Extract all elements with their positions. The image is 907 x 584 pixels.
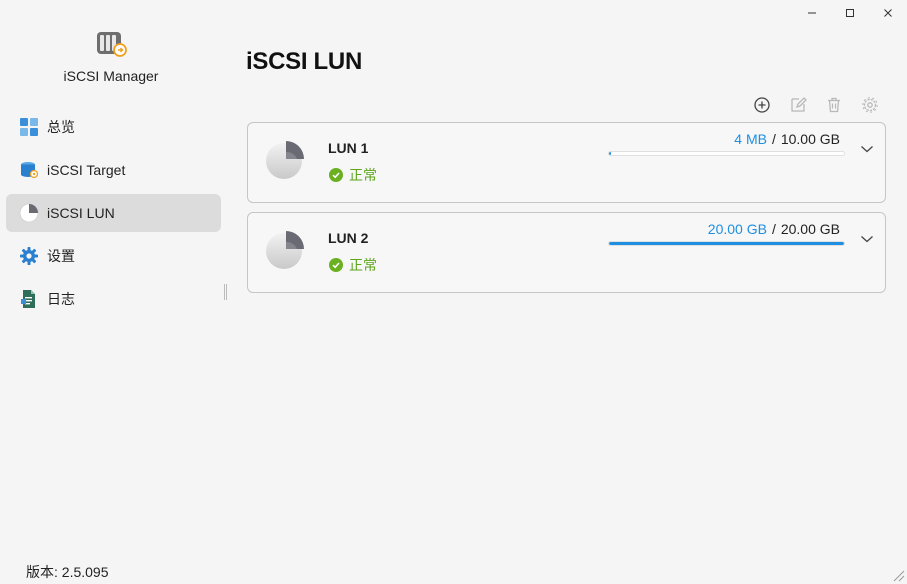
sidebar-resize-handle[interactable] — [224, 284, 227, 300]
check-circle-icon — [329, 168, 343, 182]
lun-pie-icon — [19, 203, 39, 223]
delete-icon — [828, 97, 840, 113]
close-icon — [884, 9, 892, 17]
settings-icon — [862, 97, 878, 113]
maximize-icon — [846, 9, 854, 17]
edit-lun-button[interactable] — [780, 94, 816, 116]
resize-grip-icon[interactable] — [891, 568, 905, 582]
usage-progress-bar — [608, 241, 845, 246]
sidebar-nav: 总览 iSCSI Target iSCSI LUN 设置 日志 — [6, 108, 221, 323]
app-name: iSCSI Manager — [63, 68, 159, 84]
gear-icon — [19, 246, 39, 266]
sidebar-item-label: 日志 — [47, 291, 75, 307]
usage-used: 4 MB — [734, 131, 767, 147]
expand-button[interactable] — [859, 141, 875, 157]
maximize-button[interactable] — [831, 0, 869, 26]
usage-text: 20.00 GB/20.00 GB — [708, 221, 840, 237]
target-database-icon — [19, 160, 39, 180]
sidebar: iSCSI Manager 总览 iSCSI Target iSCSI LUN … — [0, 0, 228, 584]
usage-separator: / — [771, 221, 776, 237]
sidebar-item-logs[interactable]: 日志 — [6, 280, 221, 318]
usage-progress-fill — [609, 152, 611, 155]
lun-pie-icon — [266, 141, 304, 179]
sidebar-item-iscsi-target[interactable]: iSCSI Target — [6, 151, 221, 189]
lun-status: 正常 — [329, 165, 377, 185]
sidebar-item-overview[interactable]: 总览 — [6, 108, 221, 146]
sidebar-item-label: iSCSI LUN — [47, 205, 115, 221]
lun-name: LUN 2 — [328, 230, 369, 246]
usage-separator: / — [771, 131, 776, 147]
sidebar-item-iscsi-lun[interactable]: iSCSI LUN — [6, 194, 221, 232]
delete-lun-button[interactable] — [816, 94, 852, 116]
iscsi-manager-logo-icon — [97, 32, 127, 57]
expand-button[interactable] — [859, 231, 875, 247]
add-icon — [754, 97, 770, 113]
chevron-down-icon — [861, 236, 873, 243]
lun-pie-icon — [266, 231, 304, 269]
lun-card[interactable]: LUN 2 正常 20.00 GB/20.00 GB — [247, 212, 886, 293]
usage-total: 20.00 GB — [780, 221, 840, 237]
lun-status: 正常 — [329, 255, 377, 275]
minimize-button[interactable] — [793, 0, 831, 26]
close-button[interactable] — [869, 0, 907, 26]
lun-settings-button[interactable] — [852, 94, 888, 116]
status-text: 正常 — [349, 257, 377, 273]
usage-text: 4 MB/10.00 GB — [734, 131, 840, 147]
add-lun-button[interactable] — [744, 94, 780, 116]
check-circle-icon — [329, 258, 343, 272]
status-text: 正常 — [349, 167, 377, 183]
sidebar-item-label: iSCSI Target — [47, 162, 126, 178]
sidebar-item-label: 设置 — [47, 248, 75, 264]
log-file-icon — [19, 289, 39, 309]
sidebar-item-settings[interactable]: 设置 — [6, 237, 221, 275]
edit-icon — [791, 97, 807, 112]
minimize-icon — [808, 12, 816, 14]
window-controls — [793, 0, 907, 26]
usage-total: 10.00 GB — [780, 131, 840, 147]
page-title: iSCSI LUN — [246, 48, 362, 75]
lun-toolbar — [744, 94, 888, 116]
app-window: iSCSI Manager 总览 iSCSI Target iSCSI LUN … — [0, 0, 907, 584]
usage-progress-fill — [609, 242, 844, 245]
overview-grid-icon — [19, 117, 39, 137]
chevron-down-icon — [861, 146, 873, 153]
usage-used: 20.00 GB — [707, 221, 767, 237]
sidebar-item-label: 总览 — [47, 119, 75, 135]
lun-card[interactable]: LUN 1 正常 4 MB/10.00 GB — [247, 122, 886, 203]
version-label: 版本: 2.5.095 — [26, 564, 109, 580]
usage-progress-bar — [608, 151, 845, 156]
lun-name: LUN 1 — [328, 140, 369, 156]
